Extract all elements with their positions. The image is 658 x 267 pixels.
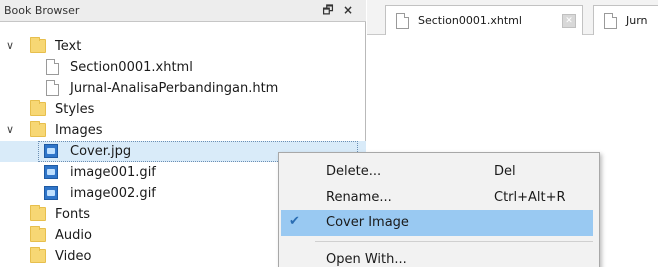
book-browser-title: Book Browser	[4, 4, 80, 17]
tree-item-jurnal-file[interactable]: Jurnal-AnalisaPerbandingan.htm	[0, 78, 366, 99]
context-menu: Delete... Del Rename... Ctrl+Alt+R ✔ Cov…	[278, 152, 600, 267]
chevron-down-icon[interactable]: ∨	[6, 40, 16, 51]
folder-icon	[30, 247, 46, 263]
tree-item-label: Video	[55, 249, 92, 264]
menu-item-label: Rename...	[326, 190, 392, 205]
menu-item-label: Delete...	[326, 164, 382, 179]
tab-label: Jurn	[626, 14, 648, 27]
folder-icon	[30, 37, 46, 53]
tree-item-label: Styles	[55, 102, 95, 117]
tree-item-label: Fonts	[55, 207, 91, 222]
tree-item-label: Section0001.xhtml	[70, 60, 193, 75]
close-panel-icon[interactable]: ×	[340, 2, 356, 19]
tree-item-label: Audio	[55, 228, 92, 243]
document-icon	[396, 13, 409, 29]
tree-item-label: image001.gif	[70, 165, 156, 180]
menu-item-label: Cover Image	[326, 215, 409, 230]
tab-jurnal[interactable]: Jurn	[593, 5, 658, 35]
chevron-down-icon[interactable]: ∨	[6, 124, 16, 135]
close-tab-icon[interactable]: ✕	[562, 14, 576, 28]
tree-item-styles-folder[interactable]: Styles	[0, 99, 366, 120]
tree-item-section-file[interactable]: Section0001.xhtml	[0, 57, 366, 78]
folder-icon	[30, 205, 46, 221]
tree-item-label: Text	[55, 39, 82, 54]
folder-icon	[30, 121, 46, 137]
tree-item-images-folder[interactable]: ∨ Images	[0, 120, 366, 141]
tree-item-label: Cover.jpg	[70, 144, 132, 159]
tree-item-label: Jurnal-AnalisaPerbandingan.htm	[70, 81, 279, 96]
folder-icon	[30, 226, 46, 242]
editor-tab-bar: Section0001.xhtml ✕ Jurn	[367, 0, 658, 35]
menu-item-shortcut: Del	[494, 164, 516, 179]
tree-item-text-folder[interactable]: ∨ Text	[0, 36, 366, 57]
tree-item-label: Images	[55, 123, 103, 138]
menu-item-open-with[interactable]: Open With...	[280, 247, 598, 267]
tab-section0001[interactable]: Section0001.xhtml ✕	[385, 5, 583, 35]
image-file-icon	[44, 165, 58, 179]
document-icon	[604, 13, 617, 29]
image-file-icon	[44, 144, 58, 158]
document-icon	[46, 80, 59, 96]
menu-item-cover-image[interactable]: ✔ Cover Image	[281, 210, 593, 236]
folder-icon	[30, 100, 46, 116]
book-browser-header: Book Browser 🗗 ×	[0, 0, 366, 22]
menu-separator	[315, 241, 593, 242]
menu-item-delete[interactable]: Delete... Del	[280, 159, 598, 185]
menu-item-rename[interactable]: Rename... Ctrl+Alt+R	[280, 185, 598, 211]
tab-label: Section0001.xhtml	[418, 14, 522, 27]
float-panel-icon[interactable]: 🗗	[320, 2, 336, 19]
document-icon	[46, 59, 59, 75]
checkmark-icon: ✔	[289, 214, 300, 229]
menu-item-label: Open With...	[326, 252, 407, 267]
tree-item-label: image002.gif	[70, 186, 156, 201]
image-file-icon	[44, 186, 58, 200]
menu-item-shortcut: Ctrl+Alt+R	[494, 190, 566, 205]
